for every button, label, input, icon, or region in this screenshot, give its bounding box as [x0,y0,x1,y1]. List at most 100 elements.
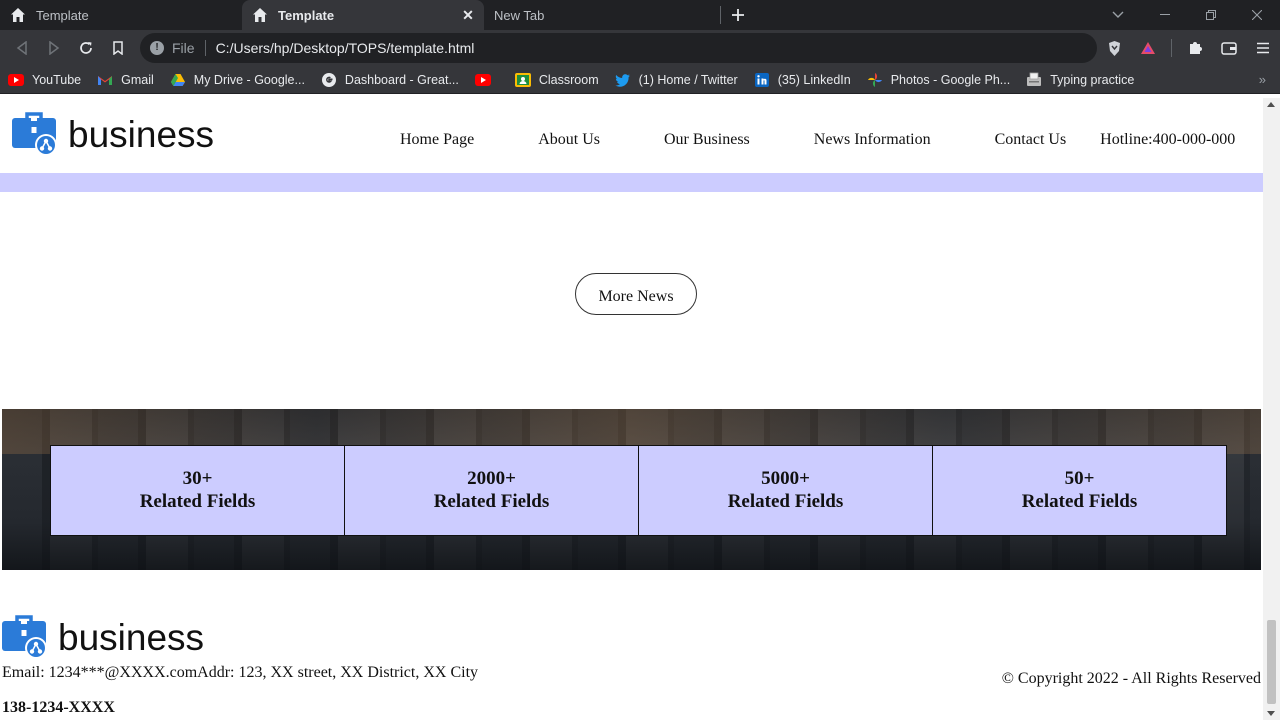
bookmark-classroom[interactable]: Classroom [514,72,599,88]
photos-icon [867,72,883,88]
bookmarks-overflow-icon[interactable]: » [1259,72,1266,87]
wallet-icon[interactable] [1212,30,1246,66]
home-icon [10,7,26,23]
url-divider [204,40,206,56]
youtube-icon [474,72,491,88]
bookmark-label: YouTube [32,72,82,87]
chevron-down-icon [1112,11,1124,18]
bookmark-dashboard[interactable]: Dashboard - Great... [321,72,459,88]
bookmark-label: Photos - Google Ph... [890,72,1011,87]
stat-value: 5000+ [761,468,810,489]
new-tab-button[interactable] [721,0,755,30]
stat-label: Related Fields [1021,491,1138,512]
briefcase-logo-icon [12,112,57,156]
info-icon[interactable]: ! [150,41,164,55]
classroom-icon [514,72,531,88]
site-header: business Home Page About Us Our Business… [0,98,1263,173]
header-accent-band [0,173,1263,192]
menu-icon[interactable] [1246,30,1280,66]
page-scrollbar[interactable] [1263,98,1280,720]
stat-card: 30+ Related Fields [50,445,345,536]
bookmark-twitter[interactable]: (1) Home / Twitter [615,72,738,88]
footer-logo[interactable]: business [2,614,204,660]
linkedin-icon [754,72,770,88]
toolbar-actions [1097,30,1280,66]
site-logo[interactable]: business [12,111,214,157]
scrollbar-thumb[interactable] [1267,620,1276,704]
nav-our-business[interactable]: Our Business [664,131,750,149]
stat-label: Related Fields [433,491,550,512]
address-bar[interactable]: ! File C:/Users/hp/Desktop/TOPS/template… [140,33,1097,63]
bookmark-photos[interactable]: Photos - Google Ph... [867,72,1011,88]
nav-home-page[interactable]: Home Page [400,131,474,149]
url-scheme: File [172,40,195,56]
close-window-icon[interactable] [1234,0,1280,30]
bookmarks-bar: YouTube Gmail My Drive - Google... Dashb… [0,66,1280,94]
brave-rewards-icon[interactable] [1131,30,1165,66]
nav-contact-us[interactable]: Contact Us [995,131,1067,149]
brand-name: business [68,113,215,155]
gmail-icon [97,72,113,88]
extensions-icon[interactable] [1178,30,1212,66]
bookmark-youtube-2[interactable] [474,72,499,88]
stat-card: 50+ Related Fields [932,445,1227,536]
bookmark-label: My Drive - Google... [193,72,305,87]
tab-label: New Tab [494,7,545,23]
minimize-icon[interactable] [1142,0,1188,30]
footer-brand-name: business [58,616,205,658]
tab-template-1[interactable]: Template [0,0,242,30]
stat-label: Related Fields [139,491,256,512]
stats-row: 30+ Related Fields 2000+ Related Fields … [50,445,1227,536]
stat-value: 2000+ [467,468,516,489]
bookmark-my-drive[interactable]: My Drive - Google... [170,72,305,88]
drive-icon [170,72,186,88]
bookmark-gmail[interactable]: Gmail [97,72,154,88]
home-icon [252,7,268,23]
footer-phone: 138-1234-XXXX [2,699,115,716]
tab-template-2[interactable]: Template ✕ [242,0,484,30]
youtube-icon [8,72,24,88]
bookmark-label: Typing practice [1050,72,1135,87]
close-tab-icon[interactable]: ✕ [460,7,476,23]
reload-icon[interactable] [70,30,102,66]
bookmark-youtube[interactable]: YouTube [8,72,81,88]
stat-card: 2000+ Related Fields [344,445,639,536]
page-viewport: business Home Page About Us Our Business… [0,98,1280,720]
tab-search-button[interactable] [1106,0,1130,30]
bookmark-linkedin[interactable]: (35) LinkedIn [754,72,851,88]
bookmark-label: Dashboard - Great... [344,72,459,87]
more-news-button[interactable]: More News [575,273,697,315]
tab-label: Template [278,7,335,23]
window-controls [1142,0,1280,30]
toolbar-divider [1171,39,1172,57]
nav-about-us[interactable]: About Us [538,131,600,149]
back-icon[interactable] [6,30,38,66]
url-text[interactable]: C:/Users/hp/Desktop/TOPS/template.html [216,40,475,56]
nav-news-information[interactable]: News Information [814,131,931,149]
bookmark-icon[interactable] [102,30,134,66]
restore-icon[interactable] [1188,0,1234,30]
scroll-up-icon[interactable] [1267,102,1275,107]
bookmark-label: (35) LinkedIn [777,72,851,87]
twitter-icon [615,72,631,88]
hotline-text: Hotline:400-000-000 [1100,131,1236,148]
briefcase-logo-icon [2,615,47,659]
stat-card: 5000+ Related Fields [638,445,933,536]
scroll-down-icon[interactable] [1267,711,1275,716]
bookmark-label: Classroom [538,72,599,87]
forward-icon[interactable] [38,30,70,66]
bookmark-typing-practice[interactable]: Typing practice [1026,72,1134,88]
browser-toolbar: ! File C:/Users/hp/Desktop/TOPS/template… [0,30,1280,66]
main-nav: Home Page About Us Our Business News Inf… [400,131,1235,149]
google-icon [321,72,337,88]
brave-shield-icon[interactable] [1097,30,1131,66]
footer-copyright: © Copyright 2022 - All Rights Reserved [1001,670,1261,687]
bookmark-label: (1) Home / Twitter [638,72,738,87]
tab-strip: Template Template ✕ New Tab [0,0,1280,30]
typing-icon [1026,72,1042,88]
tab-new-tab[interactable]: New Tab [484,0,720,30]
plus-icon [732,9,744,21]
stat-value: 30+ [182,468,213,489]
bookmark-label: Gmail [121,72,154,87]
tab-label: Template [36,7,89,23]
